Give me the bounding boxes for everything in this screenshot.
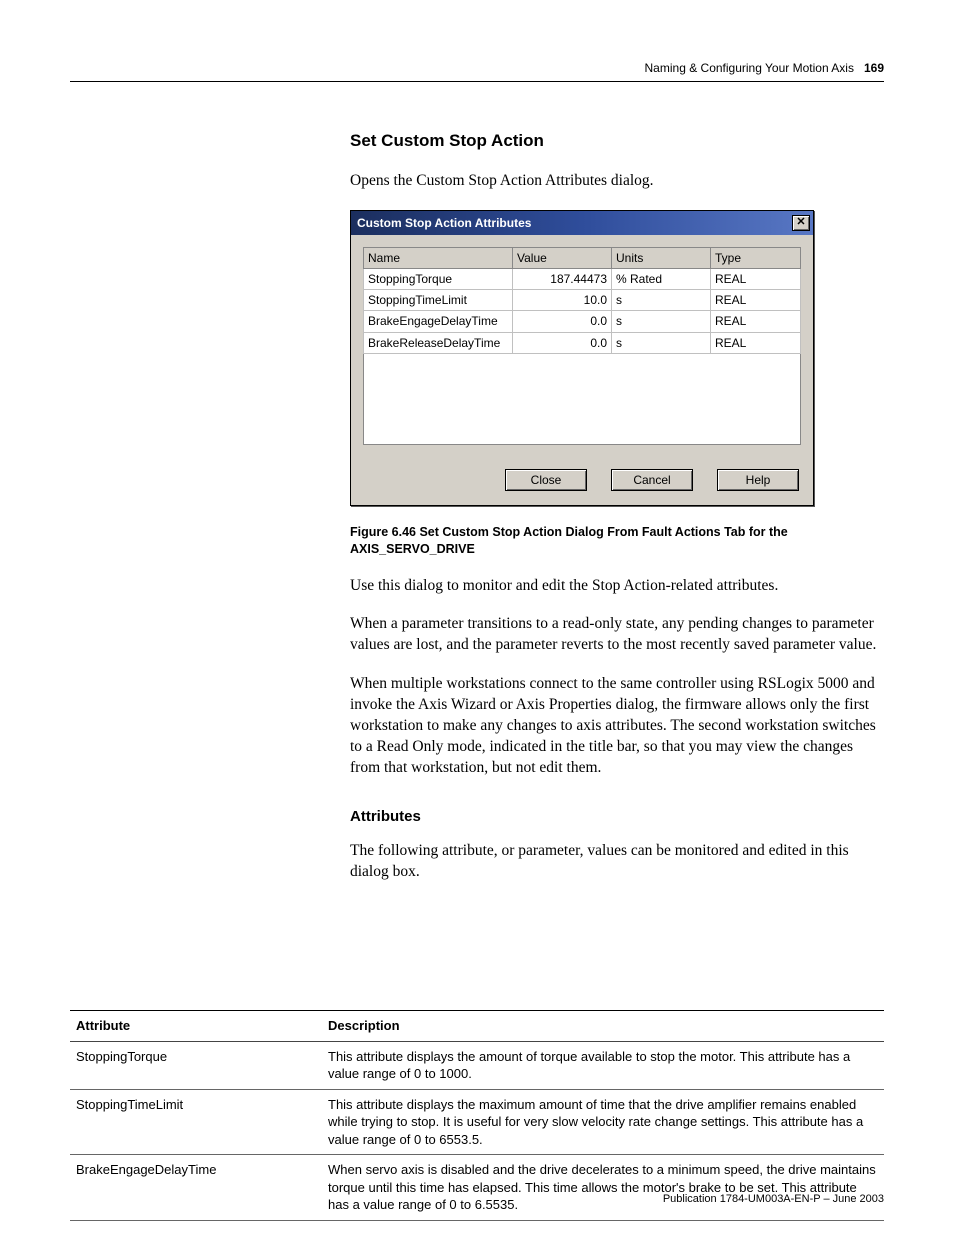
intro-paragraph: Opens the Custom Stop Action Attributes … <box>350 171 884 192</box>
cell-value[interactable]: 10.0 <box>513 290 612 311</box>
cancel-button[interactable]: Cancel <box>611 469 693 491</box>
cell-name[interactable]: BrakeReleaseDelayTime <box>364 332 513 353</box>
dialog-body: Name Value Units Type StoppingTorque 187… <box>351 235 813 457</box>
help-button[interactable]: Help <box>717 469 799 491</box>
cell-units[interactable]: % Rated <box>612 269 711 290</box>
cell-units[interactable]: s <box>612 290 711 311</box>
attributes-grid[interactable]: Name Value Units Type StoppingTorque 187… <box>363 247 801 354</box>
section-title: Set Custom Stop Action <box>350 130 884 153</box>
paragraph-use: Use this dialog to monitor and edit the … <box>350 576 884 597</box>
attr-desc: This attribute displays the maximum amou… <box>322 1089 884 1155</box>
th-description: Description <box>322 1011 884 1042</box>
attr-name: StoppingTorque <box>70 1041 322 1089</box>
table-row[interactable]: StoppingTimeLimit 10.0 s REAL <box>364 290 801 311</box>
cell-type[interactable]: REAL <box>711 269 801 290</box>
attributes-heading: Attributes <box>350 807 884 827</box>
col-type[interactable]: Type <box>711 247 801 268</box>
main-content: Set Custom Stop Action Opens the Custom … <box>350 130 884 893</box>
cell-type[interactable]: REAL <box>711 311 801 332</box>
cell-type[interactable]: REAL <box>711 290 801 311</box>
attributes-description-table: Attribute Description StoppingTorque Thi… <box>70 1010 884 1221</box>
col-units[interactable]: Units <box>612 247 711 268</box>
cell-value[interactable]: 0.0 <box>513 311 612 332</box>
close-button[interactable]: Close <box>505 469 587 491</box>
table-row: StoppingTorque This attribute displays t… <box>70 1041 884 1089</box>
cell-name[interactable]: BrakeEngageDelayTime <box>364 311 513 332</box>
dialog-button-row: Close Cancel Help <box>351 457 813 505</box>
publication-footer: Publication 1784-UM003A-EN-P – June 2003 <box>663 1192 884 1207</box>
page-header: Naming & Configuring Your Motion Axis 16… <box>70 60 884 82</box>
paragraph-readonly: When a parameter transitions to a read-o… <box>350 614 884 656</box>
cell-name[interactable]: StoppingTimeLimit <box>364 290 513 311</box>
attributes-intro: The following attribute, or parameter, v… <box>350 841 884 883</box>
chapter-title: Naming & Configuring Your Motion Axis <box>645 60 854 76</box>
table-row[interactable]: StoppingTorque 187.44473 % Rated REAL <box>364 269 801 290</box>
cell-units[interactable]: s <box>612 311 711 332</box>
cell-name[interactable]: StoppingTorque <box>364 269 513 290</box>
table-row[interactable]: BrakeReleaseDelayTime 0.0 s REAL <box>364 332 801 353</box>
cell-value[interactable]: 187.44473 <box>513 269 612 290</box>
attr-desc: This attribute displays the amount of to… <box>322 1041 884 1089</box>
dialog-titlebar: Custom Stop Action Attributes ✕ <box>351 211 813 235</box>
table-row: StoppingTimeLimit This attribute display… <box>70 1089 884 1155</box>
cell-units[interactable]: s <box>612 332 711 353</box>
attr-name: BrakeEngageDelayTime <box>70 1155 322 1221</box>
col-value[interactable]: Value <box>513 247 612 268</box>
custom-stop-action-dialog: Custom Stop Action Attributes ✕ Name Val… <box>350 210 814 506</box>
attr-name: StoppingTimeLimit <box>70 1089 322 1155</box>
paragraph-multi: When multiple workstations connect to th… <box>350 674 884 779</box>
attr-desc: When servo axis is disabled and the driv… <box>322 1155 884 1221</box>
cell-type[interactable]: REAL <box>711 332 801 353</box>
table-row[interactable]: BrakeEngageDelayTime 0.0 s REAL <box>364 311 801 332</box>
figure-caption: Figure 6.46 Set Custom Stop Action Dialo… <box>350 524 884 558</box>
page-number: 169 <box>864 60 884 76</box>
grid-empty-area <box>363 354 801 445</box>
th-attribute: Attribute <box>70 1011 322 1042</box>
cell-value[interactable]: 0.0 <box>513 332 612 353</box>
table-row: BrakeEngageDelayTime When servo axis is … <box>70 1155 884 1221</box>
col-name[interactable]: Name <box>364 247 513 268</box>
close-icon[interactable]: ✕ <box>792 215 810 231</box>
dialog-title: Custom Stop Action Attributes <box>357 215 531 231</box>
